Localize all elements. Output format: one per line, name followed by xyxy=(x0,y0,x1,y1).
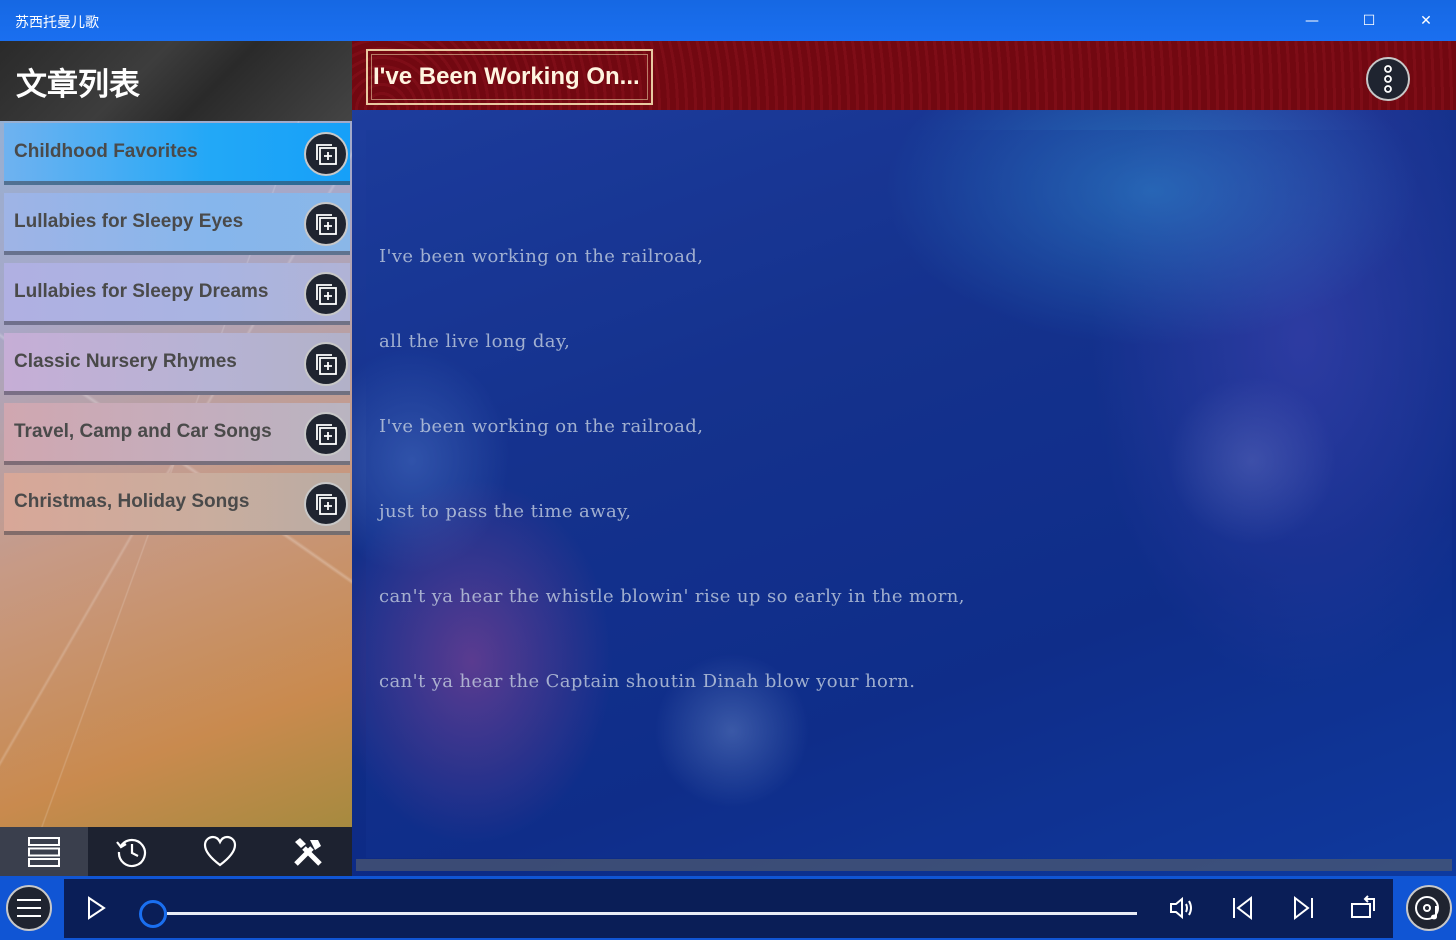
add-to-playlist-icon xyxy=(316,354,337,375)
heart-icon xyxy=(203,835,237,867)
history-icon xyxy=(116,838,146,868)
more-vertical-icon xyxy=(1384,65,1392,93)
previous-icon[interactable] xyxy=(1229,894,1257,922)
add-category-button[interactable] xyxy=(304,202,348,246)
song-title-frame: I've Been Working On... xyxy=(366,49,653,105)
player-bar xyxy=(0,876,1456,940)
menu-button[interactable] xyxy=(6,885,52,931)
next-icon[interactable] xyxy=(1289,894,1317,922)
category-item[interactable]: Lullabies for Sleepy Dreams xyxy=(4,263,350,325)
tab-list[interactable] xyxy=(0,827,88,876)
add-to-playlist-icon xyxy=(316,424,337,445)
sidebar-heading: 文章列表 xyxy=(16,67,140,103)
menu-icon xyxy=(17,899,41,917)
category-label: Childhood Favorites xyxy=(14,141,198,162)
horizontal-scrollbar[interactable] xyxy=(356,859,1452,871)
category-item[interactable]: Childhood Favorites xyxy=(4,123,350,185)
add-category-button[interactable] xyxy=(304,132,348,176)
lyric-line: can't ya hear the Captain shoutin Dinah … xyxy=(379,671,916,692)
add-category-button[interactable] xyxy=(304,342,348,386)
add-category-button[interactable] xyxy=(304,412,348,456)
minimize-button[interactable]: — xyxy=(1284,0,1340,41)
tab-tools[interactable] xyxy=(264,827,352,876)
maximize-button[interactable]: ☐ xyxy=(1341,0,1397,41)
sidebar-tabs xyxy=(0,827,352,876)
more-options-button[interactable] xyxy=(1366,57,1410,101)
song-header: I've Been Working On... xyxy=(352,41,1456,110)
progress-thumb[interactable] xyxy=(139,900,167,928)
lyric-line: can't ya hear the whistle blowin' rise u… xyxy=(379,586,965,607)
sidebar-header: 文章列表 xyxy=(0,41,352,121)
category-item[interactable]: Lullabies for Sleepy Eyes xyxy=(4,193,350,255)
song-title: I've Been Working On... xyxy=(373,63,640,90)
category-label: Lullabies for Sleepy Dreams xyxy=(14,281,269,302)
tab-favorites[interactable] xyxy=(176,827,264,876)
add-category-button[interactable] xyxy=(304,272,348,316)
add-to-playlist-icon xyxy=(316,284,337,305)
maximize-icon: ☐ xyxy=(1362,12,1376,29)
disc-icon xyxy=(1415,896,1439,920)
category-label: Classic Nursery Rhymes xyxy=(14,351,237,372)
close-button[interactable]: ✕ xyxy=(1398,0,1454,41)
lyric-line: just to pass the time away, xyxy=(379,501,632,522)
add-to-playlist-icon xyxy=(316,144,337,165)
category-item[interactable]: Christmas, Holiday Songs xyxy=(4,473,350,535)
lyrics-view: I've Been Working On... I've been workin… xyxy=(352,41,1456,876)
tab-history[interactable] xyxy=(88,827,176,876)
category-item[interactable]: Classic Nursery Rhymes xyxy=(4,333,350,395)
close-icon: ✕ xyxy=(1420,12,1432,29)
progress-track[interactable] xyxy=(167,912,1137,915)
lyric-line: I've been working on the railroad, xyxy=(379,416,704,437)
list-icon xyxy=(28,837,60,867)
window-title: 苏西托曼儿歌 xyxy=(15,15,99,31)
title-bar: 苏西托曼儿歌 — ☐ ✕ xyxy=(0,0,1456,41)
tools-icon xyxy=(294,838,322,866)
lyrics-panel[interactable]: I've been working on the railroad, all t… xyxy=(366,130,1452,858)
category-label: Christmas, Holiday Songs xyxy=(14,491,250,512)
lyric-line: I've been working on the railroad, xyxy=(379,246,704,267)
play-icon[interactable] xyxy=(82,894,110,922)
add-category-button[interactable] xyxy=(304,482,348,526)
add-to-playlist-icon xyxy=(316,494,337,515)
repeat-icon[interactable] xyxy=(1349,894,1377,922)
category-list: Childhood Favorites Lullabies for Sleepy… xyxy=(4,123,350,543)
volume-icon[interactable] xyxy=(1168,894,1196,922)
lyric-line: all the live long day, xyxy=(379,331,571,352)
category-label: Travel, Camp and Car Songs xyxy=(14,421,272,442)
now-playing-button[interactable] xyxy=(1406,885,1452,931)
sidebar: 文章列表 Childhood Favorites Lullabies for S… xyxy=(0,41,352,876)
add-to-playlist-icon xyxy=(316,214,337,235)
minimize-icon: — xyxy=(1305,12,1319,29)
category-item[interactable]: Travel, Camp and Car Songs xyxy=(4,403,350,465)
category-label: Lullabies for Sleepy Eyes xyxy=(14,211,244,232)
